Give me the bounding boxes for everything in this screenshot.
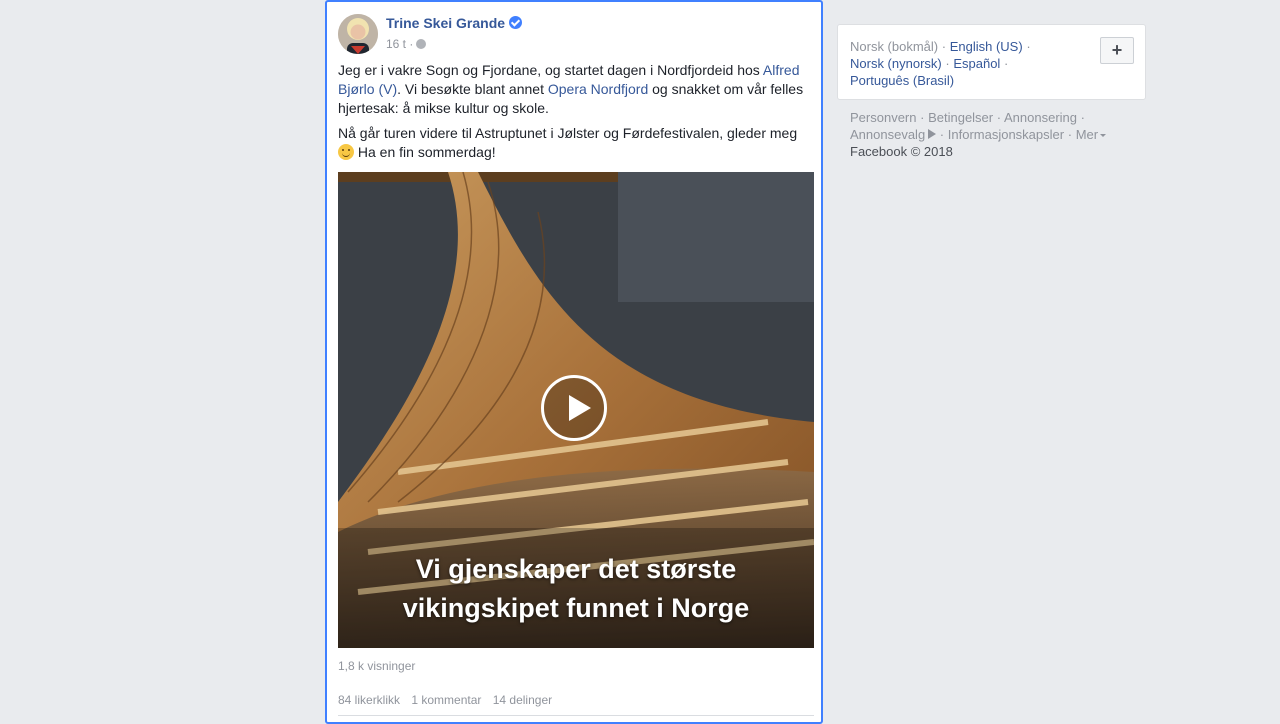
divider bbox=[338, 715, 814, 716]
text-segment: Jeg er i vakre Sogn og Fjordane, og star… bbox=[338, 62, 763, 78]
shares-count[interactable]: 14 delinger bbox=[493, 693, 552, 707]
video-caption-line-1: Vi gjenskaper det største bbox=[415, 554, 737, 584]
separator: · bbox=[1080, 110, 1085, 125]
post-card: Trine Skei Grande 16 t · Jeg er i vakre … bbox=[325, 0, 823, 724]
video-player[interactable]: Vi gjenskaper det største vikingskipet f… bbox=[338, 172, 814, 648]
separator: · bbox=[941, 39, 947, 54]
video-views-count: 1,8 k visninger bbox=[338, 659, 416, 673]
language-espanol[interactable]: Español bbox=[953, 56, 1000, 71]
avatar[interactable] bbox=[338, 14, 378, 54]
language-norsk-nynorsk[interactable]: Norsk (nynorsk) bbox=[850, 56, 942, 71]
meta-separator: · bbox=[409, 37, 414, 51]
footer-link-mer[interactable]: Mer bbox=[1076, 127, 1107, 142]
comments-count[interactable]: 1 kommentar bbox=[411, 693, 481, 707]
post-header: Trine Skei Grande 16 t · bbox=[338, 14, 808, 54]
footer-links: Personvern · Betingelser · Annonsering ·… bbox=[850, 109, 1150, 160]
post-text: Jeg er i vakre Sogn og Fjordane, og star… bbox=[338, 61, 814, 168]
post-timestamp[interactable]: 16 t bbox=[386, 37, 406, 51]
text-segment: . Vi besøkte blant annet bbox=[397, 81, 548, 97]
author-name-text[interactable]: Trine Skei Grande bbox=[386, 15, 505, 31]
footer-link-personvern[interactable]: Personvern bbox=[850, 110, 916, 125]
chevron-down-icon bbox=[1100, 134, 1107, 137]
separator: · bbox=[939, 127, 945, 142]
add-language-button[interactable]: + bbox=[1100, 37, 1134, 64]
separator: · bbox=[920, 110, 925, 125]
likes-count[interactable]: 84 likerklikk bbox=[338, 693, 400, 707]
mention-opera-nordfjord[interactable]: Opera Nordfjord bbox=[548, 81, 648, 97]
separator: · bbox=[1026, 39, 1031, 54]
footer-link-informasjonskapsler[interactable]: Informasjonskapsler bbox=[948, 127, 1064, 142]
separator: · bbox=[1003, 56, 1009, 71]
separator: · bbox=[1067, 127, 1073, 142]
current-language: Norsk (bokmål) bbox=[850, 39, 939, 54]
footer-link-betingelser[interactable]: Betingelser bbox=[928, 110, 993, 125]
engagement-stats: 84 likerklikk 1 kommentar 14 delinger bbox=[338, 693, 560, 707]
post-meta: 16 t · bbox=[386, 37, 427, 51]
video-caption-line-2: vikingskipet funnet i Norge bbox=[402, 593, 750, 623]
footer-link-annonsevalg[interactable]: Annonsevalg bbox=[850, 127, 937, 142]
smile-emoji-icon bbox=[338, 144, 354, 160]
post-paragraph-1: Jeg er i vakre Sogn og Fjordane, og star… bbox=[338, 61, 814, 118]
annonsevalg-label[interactable]: Annonsevalg bbox=[850, 127, 925, 142]
separator: · bbox=[996, 110, 1002, 125]
language-list: Norsk (bokmål) · English (US) · Norsk (n… bbox=[850, 38, 1090, 89]
adchoices-icon bbox=[928, 129, 937, 139]
copyright: Facebook © 2018 bbox=[850, 144, 953, 159]
language-selector: Norsk (bokmål) · English (US) · Norsk (n… bbox=[837, 24, 1146, 100]
post-paragraph-2: Nå går turen videre til Astruptunet i Jø… bbox=[338, 124, 814, 162]
text-segment: Ha en fin sommerdag! bbox=[354, 144, 496, 160]
play-button-icon[interactable] bbox=[541, 375, 607, 441]
author-name[interactable]: Trine Skei Grande bbox=[386, 15, 523, 31]
separator: · bbox=[945, 56, 950, 71]
globe-icon[interactable] bbox=[416, 39, 427, 49]
text-segment: Nå går turen videre til Astruptunet i Jø… bbox=[338, 125, 798, 141]
verified-badge-icon bbox=[509, 16, 523, 29]
mer-label[interactable]: Mer bbox=[1076, 127, 1098, 142]
language-english-us[interactable]: English (US) bbox=[950, 39, 1023, 54]
language-portugues-brasil[interactable]: Português (Brasil) bbox=[850, 73, 954, 88]
footer-link-annonsering[interactable]: Annonsering bbox=[1004, 110, 1077, 125]
